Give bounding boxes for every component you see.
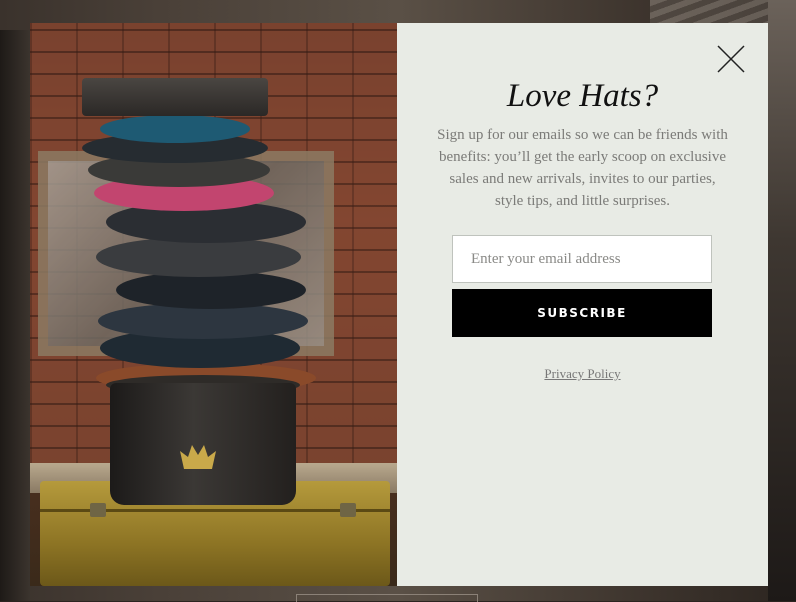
background-beam-left — [0, 30, 30, 601]
crown-icon — [180, 445, 216, 469]
privacy-policy-link[interactable]: Privacy Policy — [397, 366, 768, 382]
close-icon[interactable] — [715, 43, 747, 75]
popup-description: Sign up for our emails so we can be frie… — [437, 127, 728, 209]
signup-form-panel: Love Hats? Sign up for our emails so we … — [397, 23, 768, 586]
suitcase-clasp — [90, 503, 106, 517]
subscribe-button[interactable]: SUBSCRIBE — [452, 289, 712, 337]
suitcase-clasp — [340, 503, 356, 517]
hat-teal — [100, 115, 250, 143]
hats-photo — [30, 23, 397, 586]
popup-title: Love Hats? — [506, 78, 659, 114]
hat-boater-top — [82, 78, 268, 116]
background-beam-right — [768, 0, 796, 601]
newsletter-modal: Love Hats? Sign up for our emails so we … — [30, 23, 768, 586]
hat-charcoal — [96, 237, 301, 277]
email-input[interactable] — [452, 235, 712, 283]
